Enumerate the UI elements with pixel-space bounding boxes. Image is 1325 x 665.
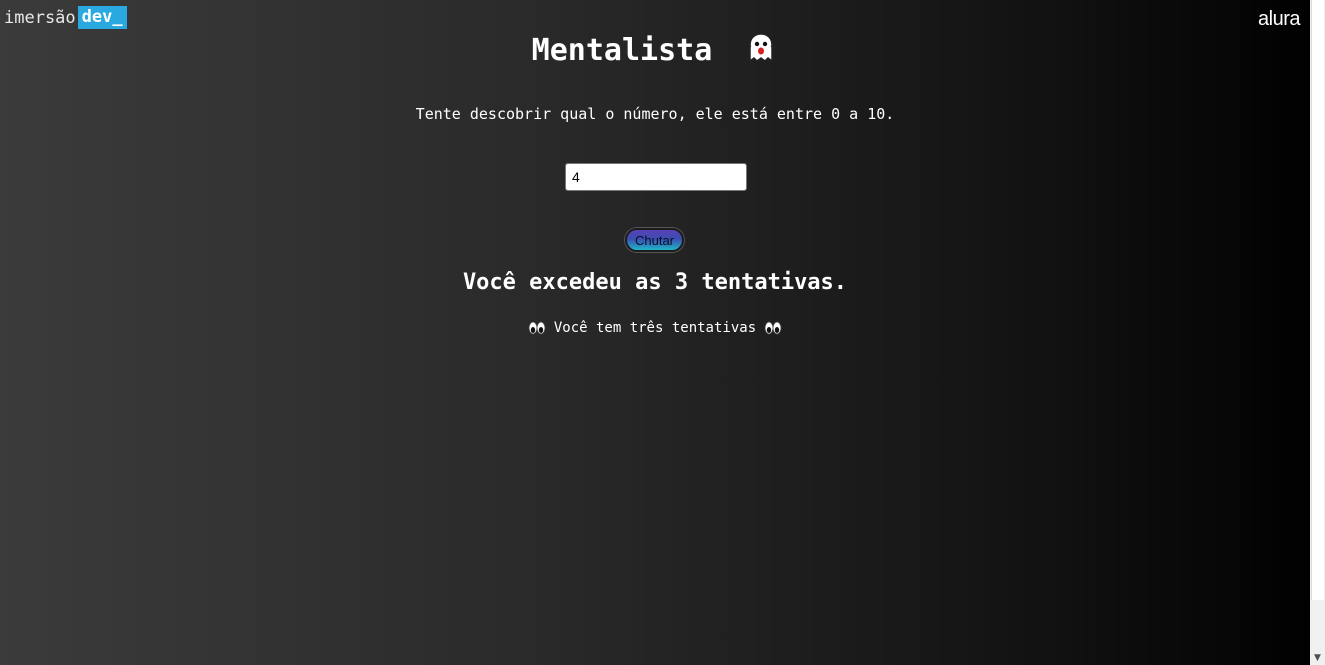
ghost-icon bbox=[747, 32, 776, 62]
instructions-text: Tente descobrir qual o número, ele está … bbox=[415, 105, 895, 123]
scroll-down-arrow-icon[interactable]: ▼ bbox=[1310, 651, 1325, 665]
logo-prefix: imersão bbox=[4, 7, 76, 28]
result-message: Você excedeu as 3 tentativas. bbox=[462, 270, 848, 295]
eyes-icon bbox=[528, 321, 546, 335]
page-title: Mentalista bbox=[531, 33, 713, 68]
guess-input[interactable] bbox=[565, 163, 747, 191]
page-title-row: Mentalista bbox=[0, 32, 1310, 69]
vertical-scrollbar[interactable]: ▼ bbox=[1310, 0, 1325, 665]
eyes-icon bbox=[764, 321, 782, 335]
guess-button[interactable]: Chutar bbox=[625, 228, 684, 252]
logo-suffix: dev_ bbox=[77, 6, 127, 29]
page: imersão dev_ alura Mentalista Tente desc… bbox=[0, 0, 1310, 665]
attempts-hint: Você tem três tentativas bbox=[0, 320, 1310, 336]
attempts-hint-text: Você tem três tentativas bbox=[553, 320, 757, 336]
imersao-dev-logo: imersão dev_ bbox=[4, 6, 127, 29]
scrollbar-thumb[interactable] bbox=[1311, 0, 1324, 600]
alura-logo: alura bbox=[1258, 8, 1300, 30]
